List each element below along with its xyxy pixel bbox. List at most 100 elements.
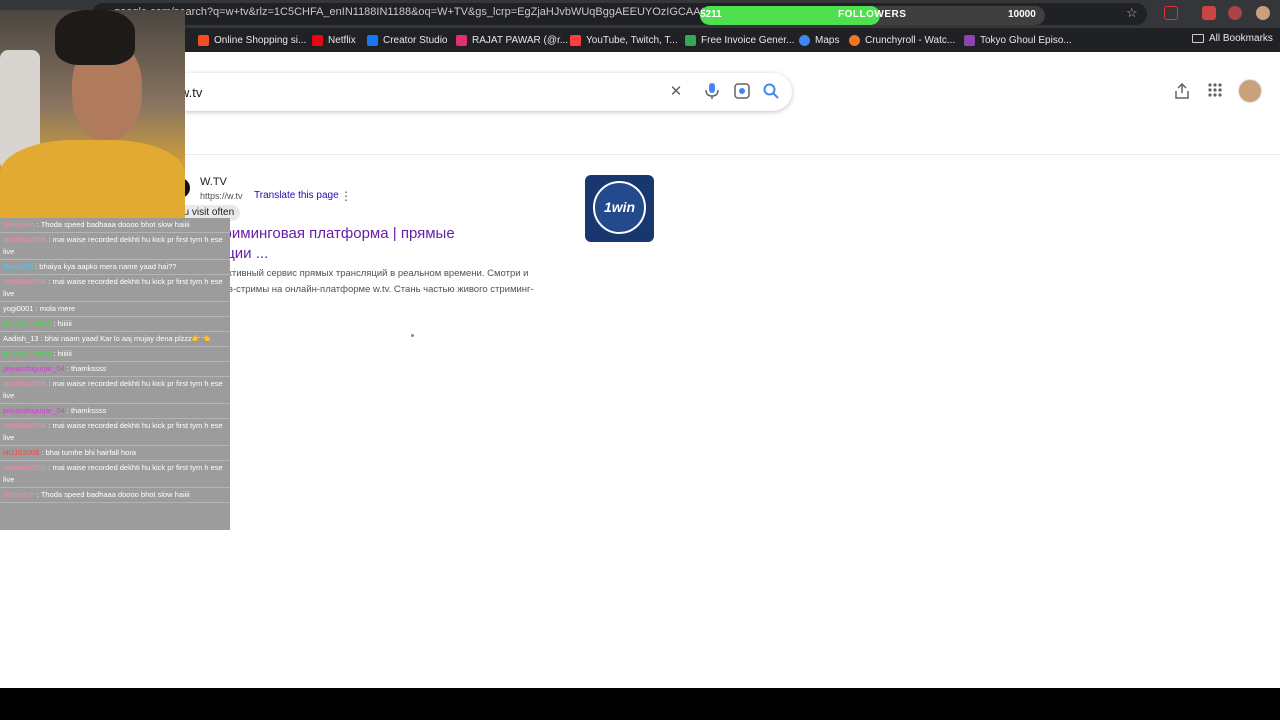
- star-icon[interactable]: ☆: [1126, 5, 1138, 21]
- chat-username: ALKAKUMARI: [3, 319, 52, 328]
- extension-icon[interactable]: [1228, 6, 1242, 20]
- browser-toolbar: google.com/search?q=w+tv&rlz=1C5CHFA_enI…: [0, 0, 1280, 28]
- netflix-icon: [312, 34, 323, 46]
- chart-icon: [570, 34, 581, 46]
- result-site-name[interactable]: W.TV: [200, 176, 227, 188]
- bookmark-instagram[interactable]: RAJAT PAWAR (@r...: [456, 33, 568, 47]
- bookmark-netflix[interactable]: Netflix: [312, 33, 356, 47]
- bookmark-label: RAJAT PAWAR (@r...: [472, 34, 569, 46]
- all-bookmarks[interactable]: All Bookmarks: [1192, 33, 1273, 44]
- extension-icon[interactable]: [1164, 6, 1178, 20]
- translate-link[interactable]: Translate this page: [254, 190, 339, 201]
- chat-username: Deva299: [3, 262, 34, 271]
- chat-text: : hiiiiii: [53, 349, 72, 358]
- webcam-shirt: [0, 140, 185, 224]
- result-snippet: w.tv – интерактивный сервис прямых транс…: [170, 268, 534, 295]
- chat-text: : bhai tumhe bhi hairfall hora: [41, 448, 137, 457]
- meta-icon: [367, 34, 378, 46]
- chat-message: HUJS2008 : bhai tumhe bhi hairfall hora: [0, 446, 230, 461]
- bookmark-favicon: [198, 34, 209, 46]
- chat-text: : hiiiiii: [53, 319, 72, 328]
- bookmark-label: Crunchyroll - Watc...: [865, 34, 956, 46]
- chat-message: Shreyash : Thoda speed badhaaa doooo bho…: [0, 218, 230, 233]
- stream-chat: Shreyash : Thoda speed badhaaa doooo bho…: [0, 218, 230, 530]
- bookmark-crunchyroll[interactable]: Crunchyroll - Watc...: [849, 33, 955, 47]
- chat-message: ALKAKUMARI : hiiiiii: [0, 317, 230, 332]
- chat-text: : Thoda speed badhaaa doooo bhot slow ha…: [36, 220, 190, 229]
- all-bookmarks-label: All Bookmarks: [1209, 33, 1273, 44]
- chat-username: HUJS2008: [3, 448, 40, 457]
- loading-dot: [411, 334, 414, 337]
- search-icon[interactable]: [762, 83, 780, 101]
- clear-icon[interactable]: ✕: [667, 83, 685, 101]
- chat-message: amarika2006 : mai waise recorded dekhti …: [0, 233, 230, 260]
- extensions-area: [1162, 6, 1272, 22]
- result-thumbnail[interactable]: 1win: [585, 175, 654, 242]
- invoice-icon: [685, 34, 696, 46]
- bookmark-label: Free Invoice Gener...: [701, 34, 795, 46]
- chat-message: amarika2006 : mai waise recorded dekhti …: [0, 275, 230, 302]
- chat-username: priyanshigurjar_04: [3, 406, 65, 415]
- chat-username: Shreyash: [3, 490, 35, 499]
- chat-username: amarika2006: [3, 277, 47, 286]
- bookmark-label: Netflix: [328, 34, 356, 46]
- play-icon: [964, 34, 975, 46]
- search-header: w.tv ✕: [0, 52, 1280, 155]
- screen: google.com/search?q=w+tv&rlz=1C5CHFA_enI…: [0, 0, 1280, 720]
- chat-text: : thamkssss: [66, 406, 107, 415]
- bookmark-label: YouTube, Twitch, T...: [586, 34, 678, 46]
- chat-username: ALKAKUMARI: [3, 349, 52, 358]
- map-pin-icon: [799, 34, 810, 46]
- bookmark-label: Maps: [815, 34, 840, 46]
- more-options-icon[interactable]: ⋮: [340, 189, 352, 203]
- chat-username: amarika2006: [3, 421, 47, 430]
- bookmark-online-shopping[interactable]: Online Shopping si...: [198, 33, 306, 47]
- bookmark-maps[interactable]: Maps: [799, 33, 839, 47]
- chat-username: yogi0001: [3, 304, 34, 313]
- chat-message: amarika2006 : mai waise recorded dekhti …: [0, 419, 230, 446]
- chat-message: priyanshigurjar_04 : thamkssss: [0, 404, 230, 419]
- bookmark-creator-studio[interactable]: Creator Studio: [367, 33, 447, 47]
- chat-message: amarika2006 : mai waise recorded dekhti …: [0, 461, 230, 488]
- chat-text: : Thoda speed badhaaa doooo bhot slow ha…: [36, 490, 190, 499]
- chat-text: : thamkssss: [66, 364, 107, 373]
- chat-message: yogi0001 : mola mere: [0, 302, 230, 317]
- microphone-icon[interactable]: [703, 83, 721, 101]
- chat-message: priyanshigurjar_04 : thamkssss: [0, 362, 230, 377]
- chat-text: : bhaiya kya aapko mera name yaad hai??: [35, 262, 177, 271]
- account-avatar[interactable]: [1238, 79, 1262, 103]
- bookmark-label: Creator Studio: [383, 34, 448, 46]
- bookmark-youtube-twitch[interactable]: YouTube, Twitch, T...: [570, 33, 678, 47]
- chat-username: Shreyash: [3, 220, 35, 229]
- chat-username: amarika2006: [3, 235, 47, 244]
- chat-message: Aadish_13 : bhai naam yaad Kar lo aaj mu…: [0, 332, 230, 347]
- lens-icon[interactable]: [733, 83, 751, 101]
- chat-username: priyanshigurjar_04: [3, 364, 65, 373]
- chat-username: amarika2006: [3, 463, 47, 472]
- chat-text: : bhai naam yaad Kar lo aaj mujay dena p…: [40, 334, 211, 343]
- chat-message: ALKAKUMARI : hiiiiii: [0, 347, 230, 362]
- bookmark-label: Online Shopping si...: [214, 34, 307, 46]
- extension-icon[interactable]: [1202, 6, 1216, 20]
- thumbnail-logo-text: 1win: [603, 199, 636, 215]
- chat-text: : mola mere: [35, 304, 76, 313]
- apps-grid-icon[interactable]: [1205, 83, 1225, 103]
- bookmark-label: Tokyo Ghoul Episo...: [980, 34, 1072, 46]
- followers-label: FOLLOWERS: [838, 9, 907, 20]
- letterbox-bar: [0, 688, 1280, 720]
- chat-message: amarika2006 : mai waise recorded dekhti …: [0, 377, 230, 404]
- bookmark-free-invoice[interactable]: Free Invoice Gener...: [685, 33, 794, 47]
- chat-username: Aadish_13: [3, 334, 39, 343]
- result-site-url[interactable]: https://w.tv: [200, 191, 243, 201]
- crunchyroll-icon: [849, 34, 860, 46]
- bookmarks-bar: Online Shopping si... Netflix Creator St…: [0, 28, 1280, 52]
- search-box[interactable]: [170, 73, 792, 111]
- chat-message: Deva299 : bhaiya kya aapko mera name yaa…: [0, 260, 230, 275]
- followers-current: 5211: [700, 9, 722, 20]
- folder-icon: [1192, 34, 1204, 43]
- share-icon[interactable]: [1172, 82, 1192, 103]
- profile-icon[interactable]: [1256, 6, 1270, 20]
- chat-message: Shreyash : Thoda speed badhaaa doooo bho…: [0, 488, 230, 503]
- instagram-icon: [456, 34, 467, 46]
- bookmark-tokyo-ghoul[interactable]: Tokyo Ghoul Episo...: [964, 33, 1072, 47]
